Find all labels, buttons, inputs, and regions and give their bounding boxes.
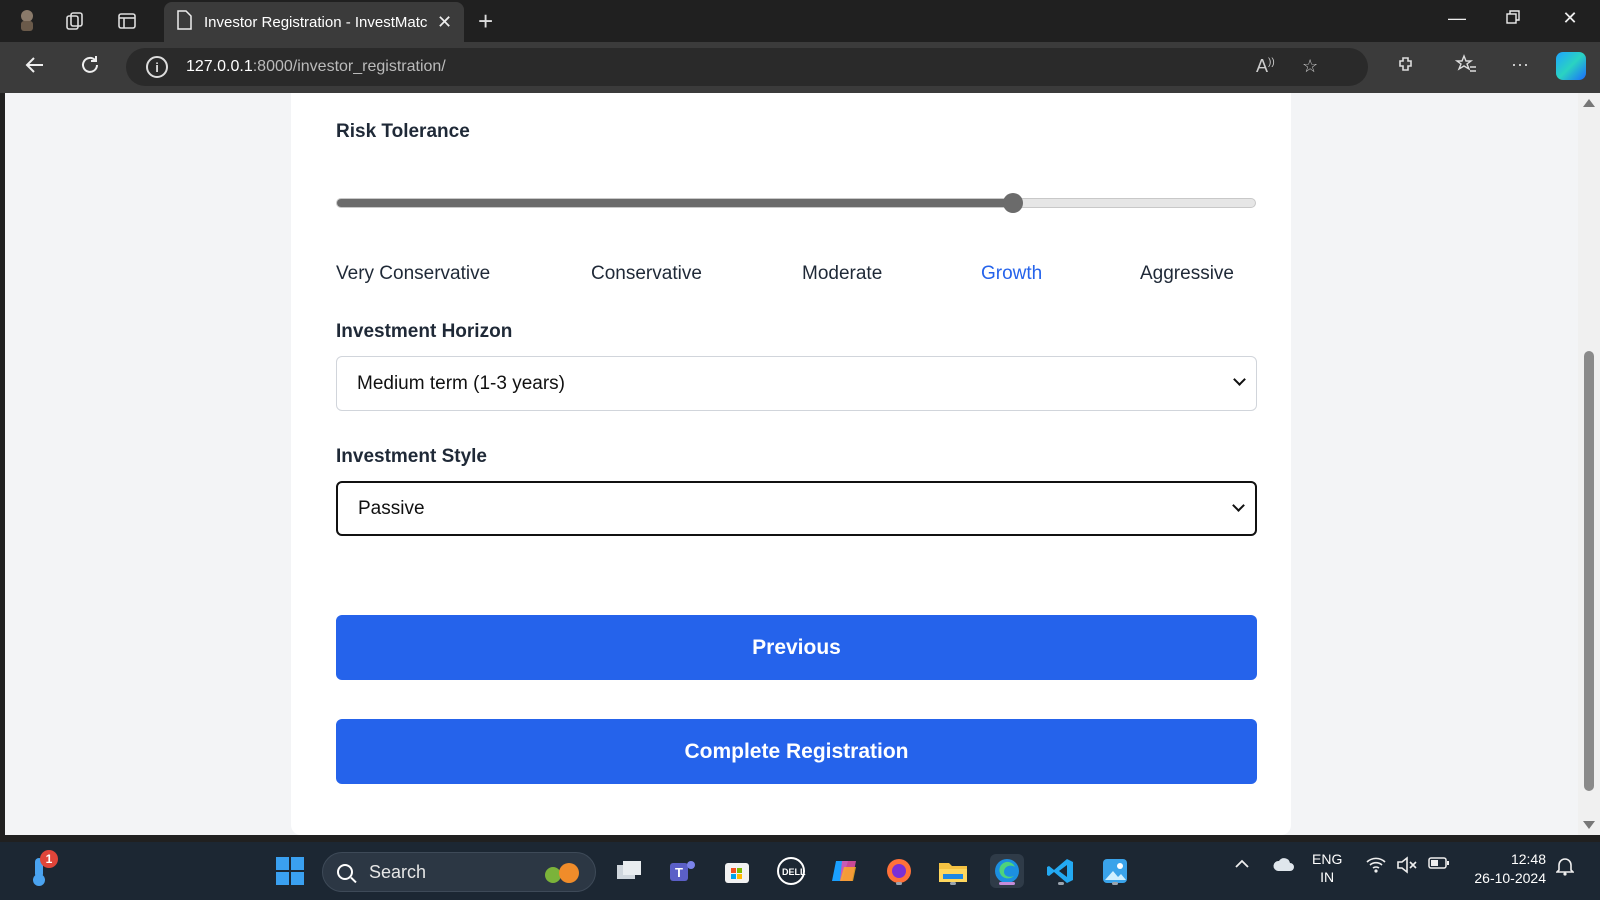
region-code: IN xyxy=(1320,869,1335,885)
edge-icon[interactable] xyxy=(990,854,1024,888)
svg-text:T: T xyxy=(675,865,683,880)
risk-option-growth[interactable]: Growth xyxy=(981,263,1042,285)
taskbar-search[interactable]: Search xyxy=(322,852,596,892)
vscode-icon[interactable] xyxy=(1044,854,1078,888)
chevron-down-icon xyxy=(1232,499,1245,512)
tab-title: Investor Registration - InvestMatc xyxy=(204,13,428,31)
url-path: :8000/investor_registration/ xyxy=(252,58,446,75)
investment-style-select[interactable]: Passive xyxy=(336,481,1257,536)
start-button[interactable] xyxy=(276,857,304,885)
favorite-star-icon[interactable]: ☆ xyxy=(1302,56,1318,77)
investment-horizon-select[interactable]: Medium term (1-3 years) xyxy=(336,356,1257,411)
taskbar: 1 Search T DELL ENG IN 12:48 26-10-2024 xyxy=(0,842,1600,900)
investment-horizon-value: Medium term (1-3 years) xyxy=(357,372,565,394)
risk-option-aggressive[interactable]: Aggressive xyxy=(1140,263,1234,285)
back-button[interactable] xyxy=(20,54,50,82)
search-placeholder: Search xyxy=(369,861,427,882)
running-indicator xyxy=(1058,882,1064,885)
page-viewport: Risk Tolerance Very Conservative Conserv… xyxy=(5,93,1578,835)
read-aloud-icon[interactable]: A)) xyxy=(1256,56,1275,77)
running-indicator xyxy=(950,882,956,885)
language-indicator[interactable]: ENG IN xyxy=(1312,850,1342,886)
registration-card: Risk Tolerance Very Conservative Conserv… xyxy=(291,93,1291,835)
address-bar[interactable]: i 127.0.0.1:8000/investor_registration/ … xyxy=(126,48,1368,86)
copilot-app-icon[interactable] xyxy=(828,854,862,888)
profile-icon[interactable] xyxy=(14,8,40,34)
search-icon xyxy=(337,864,353,880)
active-indicator xyxy=(999,882,1015,885)
system-clock[interactable]: 12:48 26-10-2024 xyxy=(1466,850,1546,888)
page-scrollbar[interactable] xyxy=(1578,93,1600,835)
copilot-icon[interactable] xyxy=(1556,52,1586,80)
teams-icon[interactable]: T xyxy=(666,854,700,888)
previous-button[interactable]: Previous xyxy=(336,615,1257,680)
risk-option-conservative[interactable]: Conservative xyxy=(591,263,702,285)
wifi-icon[interactable] xyxy=(1366,856,1386,879)
restore-button[interactable] xyxy=(1498,8,1528,29)
site-info-icon[interactable]: i xyxy=(146,56,168,78)
volume-muted-icon[interactable] xyxy=(1396,856,1418,879)
search-highlight-icon xyxy=(537,861,585,885)
chevron-down-icon xyxy=(1233,373,1246,386)
title-bar: Investor Registration - InvestMatc ✕ + —… xyxy=(0,0,1600,42)
page-icon xyxy=(176,9,192,35)
tab-actions-icon[interactable] xyxy=(114,8,140,34)
browser-toolbar: i 127.0.0.1:8000/investor_registration/ … xyxy=(0,42,1600,93)
close-tab-icon[interactable]: ✕ xyxy=(437,12,452,33)
risk-tolerance-slider[interactable] xyxy=(336,193,1256,213)
onedrive-cloud-icon[interactable] xyxy=(1272,856,1296,879)
investment-style-value: Passive xyxy=(358,497,425,519)
dell-icon[interactable]: DELL xyxy=(774,854,808,888)
risk-option-very-conservative[interactable]: Very Conservative xyxy=(336,263,490,285)
notification-badge: 1 xyxy=(40,850,58,868)
file-explorer-icon[interactable] xyxy=(936,854,970,888)
risk-option-moderate[interactable]: Moderate xyxy=(802,263,882,285)
photos-icon[interactable] xyxy=(1098,854,1132,888)
workspaces-icon[interactable] xyxy=(62,8,88,34)
slider-thumb[interactable] xyxy=(1002,193,1023,213)
show-hidden-icons-chevron-icon[interactable] xyxy=(1234,856,1250,877)
battery-icon[interactable] xyxy=(1428,856,1450,875)
running-indicator xyxy=(896,882,902,885)
reload-button[interactable] xyxy=(75,54,105,82)
running-indicator xyxy=(1112,882,1118,885)
browser-tab[interactable]: Investor Registration - InvestMatc ✕ xyxy=(164,2,464,42)
new-tab-button[interactable]: + xyxy=(478,6,493,37)
complete-registration-button[interactable]: Complete Registration xyxy=(336,719,1257,784)
scroll-down-arrow-icon[interactable] xyxy=(1583,821,1595,829)
investment-style-label: Investment Style xyxy=(336,446,487,467)
url-text[interactable]: 127.0.0.1:8000/investor_registration/ xyxy=(186,58,446,76)
extensions-icon[interactable] xyxy=(1392,54,1420,79)
clock-date: 26-10-2024 xyxy=(1474,870,1546,886)
scroll-up-arrow-icon[interactable] xyxy=(1583,99,1595,107)
url-host: 127.0.0.1 xyxy=(186,58,253,75)
svg-text:DELL: DELL xyxy=(782,867,806,877)
favorites-icon[interactable] xyxy=(1452,54,1480,79)
close-window-button[interactable]: ✕ xyxy=(1555,8,1585,29)
more-options-icon[interactable]: ··· xyxy=(1506,54,1534,75)
risk-tolerance-label: Risk Tolerance xyxy=(336,121,470,142)
scrollbar-thumb[interactable] xyxy=(1584,351,1594,791)
microsoft-store-icon[interactable] xyxy=(720,854,754,888)
language-code: ENG xyxy=(1312,851,1343,867)
task-view-icon[interactable] xyxy=(612,854,646,888)
minimize-button[interactable]: — xyxy=(1442,8,1472,29)
notifications-bell-icon[interactable] xyxy=(1555,856,1575,881)
firefox-icon[interactable] xyxy=(882,854,916,888)
slider-fill xyxy=(337,199,1013,207)
investment-horizon-label: Investment Horizon xyxy=(336,321,513,342)
clock-time: 12:48 xyxy=(1510,851,1546,867)
